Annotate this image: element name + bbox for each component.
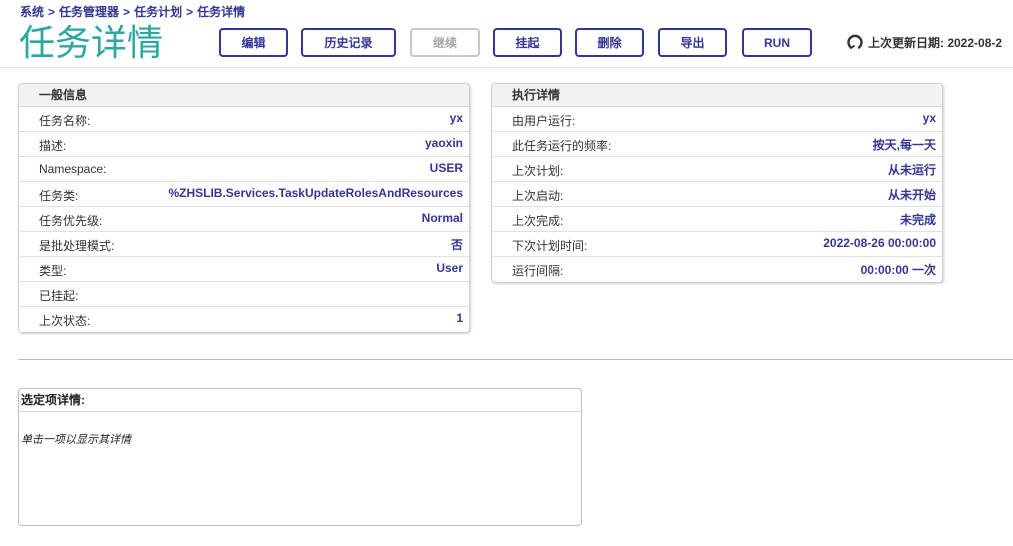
row-value: 从未运行	[887, 163, 936, 177]
row-label: 由用户运行:	[512, 114, 576, 128]
selected-item-detail-panel: 选定项详情: 单击一项以显示其详情	[18, 388, 582, 526]
info-row-namespace: Namespace: USER	[19, 157, 469, 182]
info-row-suspended: 已挂起:	[19, 282, 469, 307]
last-update: 上次更新日期: 2022-08-2	[846, 33, 1002, 51]
breadcrumb-separator: >	[123, 5, 131, 19]
row-label: 是批处理模式:	[39, 239, 115, 253]
breadcrumb-task-schedule[interactable]: 任务计划	[134, 5, 182, 19]
row-value: USER	[429, 161, 463, 175]
row-label: 上次计划:	[512, 164, 564, 178]
row-value: 否	[450, 238, 463, 252]
row-label: 上次启动:	[512, 189, 564, 203]
row-label: 类型:	[39, 264, 67, 278]
breadcrumb-task-detail[interactable]: 任务详情	[197, 5, 245, 19]
info-row-type: 类型: User	[19, 257, 469, 282]
row-value: yaoxin	[424, 136, 463, 150]
general-info-panel: 一般信息 任务名称: yx 描述: yaoxin Namespace: USER 任务…	[18, 83, 470, 333]
row-value: Normal	[421, 211, 463, 225]
exec-row-last-finished: 上次完成: 未完成	[492, 207, 942, 232]
exec-row-run-interval: 运行间隔: 00:00:00 一次	[492, 257, 942, 282]
row-value: yx	[922, 111, 936, 125]
export-button[interactable]: 导出	[658, 28, 727, 57]
row-label: 任务优先级:	[39, 214, 103, 228]
row-value: 2022-08-26 00:00:00	[823, 236, 936, 250]
selected-item-detail-title: 选定项详情:	[19, 389, 581, 412]
exec-row-frequency: 此任务运行的频率: 按天,每一天	[492, 132, 942, 157]
row-label: 上次完成:	[512, 214, 564, 228]
divider	[0, 67, 1013, 68]
row-label: 已挂起:	[39, 289, 79, 303]
info-row-description: 描述: yaoxin	[19, 132, 469, 157]
page-title: 任务详情	[19, 22, 164, 63]
row-value: 从未开始	[887, 188, 936, 202]
exec-row-last-scheduled: 上次计划: 从未运行	[492, 157, 942, 182]
history-button[interactable]: 历史记录	[301, 28, 396, 57]
refresh-icon[interactable]	[846, 33, 864, 51]
suspend-button[interactable]: 挂起	[493, 28, 562, 57]
row-label: 此任务运行的频率:	[512, 139, 612, 153]
row-label: Namespace:	[39, 162, 107, 176]
breadcrumb-separator: >	[186, 5, 194, 19]
breadcrumb-task-manager[interactable]: 任务管理器	[59, 5, 119, 19]
resume-button: 继续	[410, 28, 480, 57]
breadcrumb-system[interactable]: 系统	[20, 5, 44, 19]
row-label: 上次状态:	[39, 314, 91, 328]
execution-details-panel: 执行详情 由用户运行: yx 此任务运行的频率: 按天,每一天 上次计划: 从未运行 …	[491, 83, 943, 283]
row-label: 下次计划时间:	[512, 239, 588, 253]
row-value: 1	[456, 311, 463, 325]
row-value: User	[436, 261, 463, 275]
info-row-batch-mode: 是批处理模式: 否	[19, 232, 469, 257]
row-value: 00:00:00 一次	[860, 263, 936, 277]
last-update-text: 上次更新日期: 2022-08-2	[868, 35, 1003, 50]
row-label: 运行间隔:	[512, 264, 564, 278]
row-value: %ZHSLIB.Services.TaskUpdateRolesAndResou…	[168, 186, 463, 200]
row-label: 任务类:	[39, 189, 79, 203]
delete-button[interactable]: 删除	[575, 28, 644, 57]
info-row-task-class: 任务类: %ZHSLIB.Services.TaskUpdateRolesAndR…	[19, 182, 469, 207]
divider	[18, 359, 1013, 360]
row-value: 未完成	[899, 213, 936, 227]
exec-row-next-scheduled: 下次计划时间: 2022-08-26 00:00:00	[492, 232, 942, 257]
info-row-last-status: 上次状态: 1	[19, 307, 469, 332]
breadcrumb: 系统 > 任务管理器 > 任务计划 > 任务详情	[20, 3, 245, 20]
exec-row-run-as-user: 由用户运行: yx	[492, 107, 942, 132]
general-info-title: 一般信息	[19, 84, 469, 107]
breadcrumb-separator: >	[48, 5, 56, 19]
row-value: 按天,每一天	[872, 138, 936, 152]
info-row-priority: 任务优先级: Normal	[19, 207, 469, 232]
row-label: 任务名称:	[39, 114, 91, 128]
row-value: yx	[449, 111, 463, 125]
edit-button[interactable]: 编辑	[219, 28, 288, 57]
row-label: 描述:	[39, 139, 67, 153]
exec-row-last-started: 上次启动: 从未开始	[492, 182, 942, 207]
run-button[interactable]: RUN	[742, 28, 812, 57]
info-row-task-name: 任务名称: yx	[19, 107, 469, 132]
execution-details-title: 执行详情	[492, 84, 942, 107]
selected-item-detail-hint: 单击一项以显示其详情	[21, 434, 131, 446]
